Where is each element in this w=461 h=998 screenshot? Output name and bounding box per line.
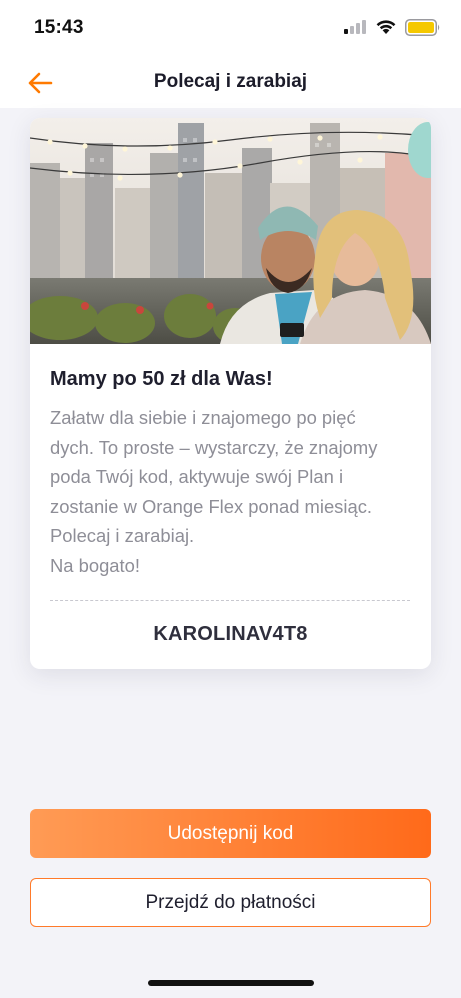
share-code-button[interactable]: Udostępnij kod bbox=[30, 809, 431, 858]
description-line: Na bogato! bbox=[50, 554, 140, 576]
photo-couple-rooftop bbox=[30, 118, 431, 344]
description-line: dych. To proste – wystarczy, że znajomy bbox=[50, 436, 378, 458]
referral-code[interactable]: KAROLINAV4T8 bbox=[30, 623, 431, 646]
referral-card: Mamy po 50 zł dla Was! Załatw dla siebie… bbox=[30, 118, 431, 669]
signal-icon bbox=[344, 20, 366, 34]
description-line: Polecaj i zarabiaj. bbox=[50, 525, 195, 546]
page-title: Polecaj i zarabiaj bbox=[153, 71, 308, 92]
description-line: poda Twój kod, aktywuje swój Plan i bbox=[50, 466, 344, 487]
description-line: zostanie w Orange Flex ponad miesiąc. bbox=[50, 495, 372, 517]
status-time: 15:43 bbox=[34, 17, 84, 38]
description-line: Załatw dla siebie i znajomego po pięć bbox=[50, 407, 356, 428]
referral-screen: 15:43 Polecaj i zarabiaj Mamy po 50 zł d… bbox=[0, 0, 461, 998]
battery-icon bbox=[405, 19, 440, 36]
go-to-payment-button[interactable]: Przejdź do płatności bbox=[30, 878, 431, 927]
status-bar: 15:43 bbox=[0, 0, 461, 56]
card-title: Mamy po 50 zł dla Was! bbox=[50, 368, 273, 390]
card-description: Załatw dla siebie i znajomego po pięć dy… bbox=[50, 403, 412, 580]
wifi-icon bbox=[376, 20, 396, 34]
home-indicator[interactable] bbox=[148, 980, 314, 986]
dashed-divider bbox=[50, 600, 410, 601]
navigation-bar: Polecaj i zarabiaj bbox=[0, 56, 461, 108]
